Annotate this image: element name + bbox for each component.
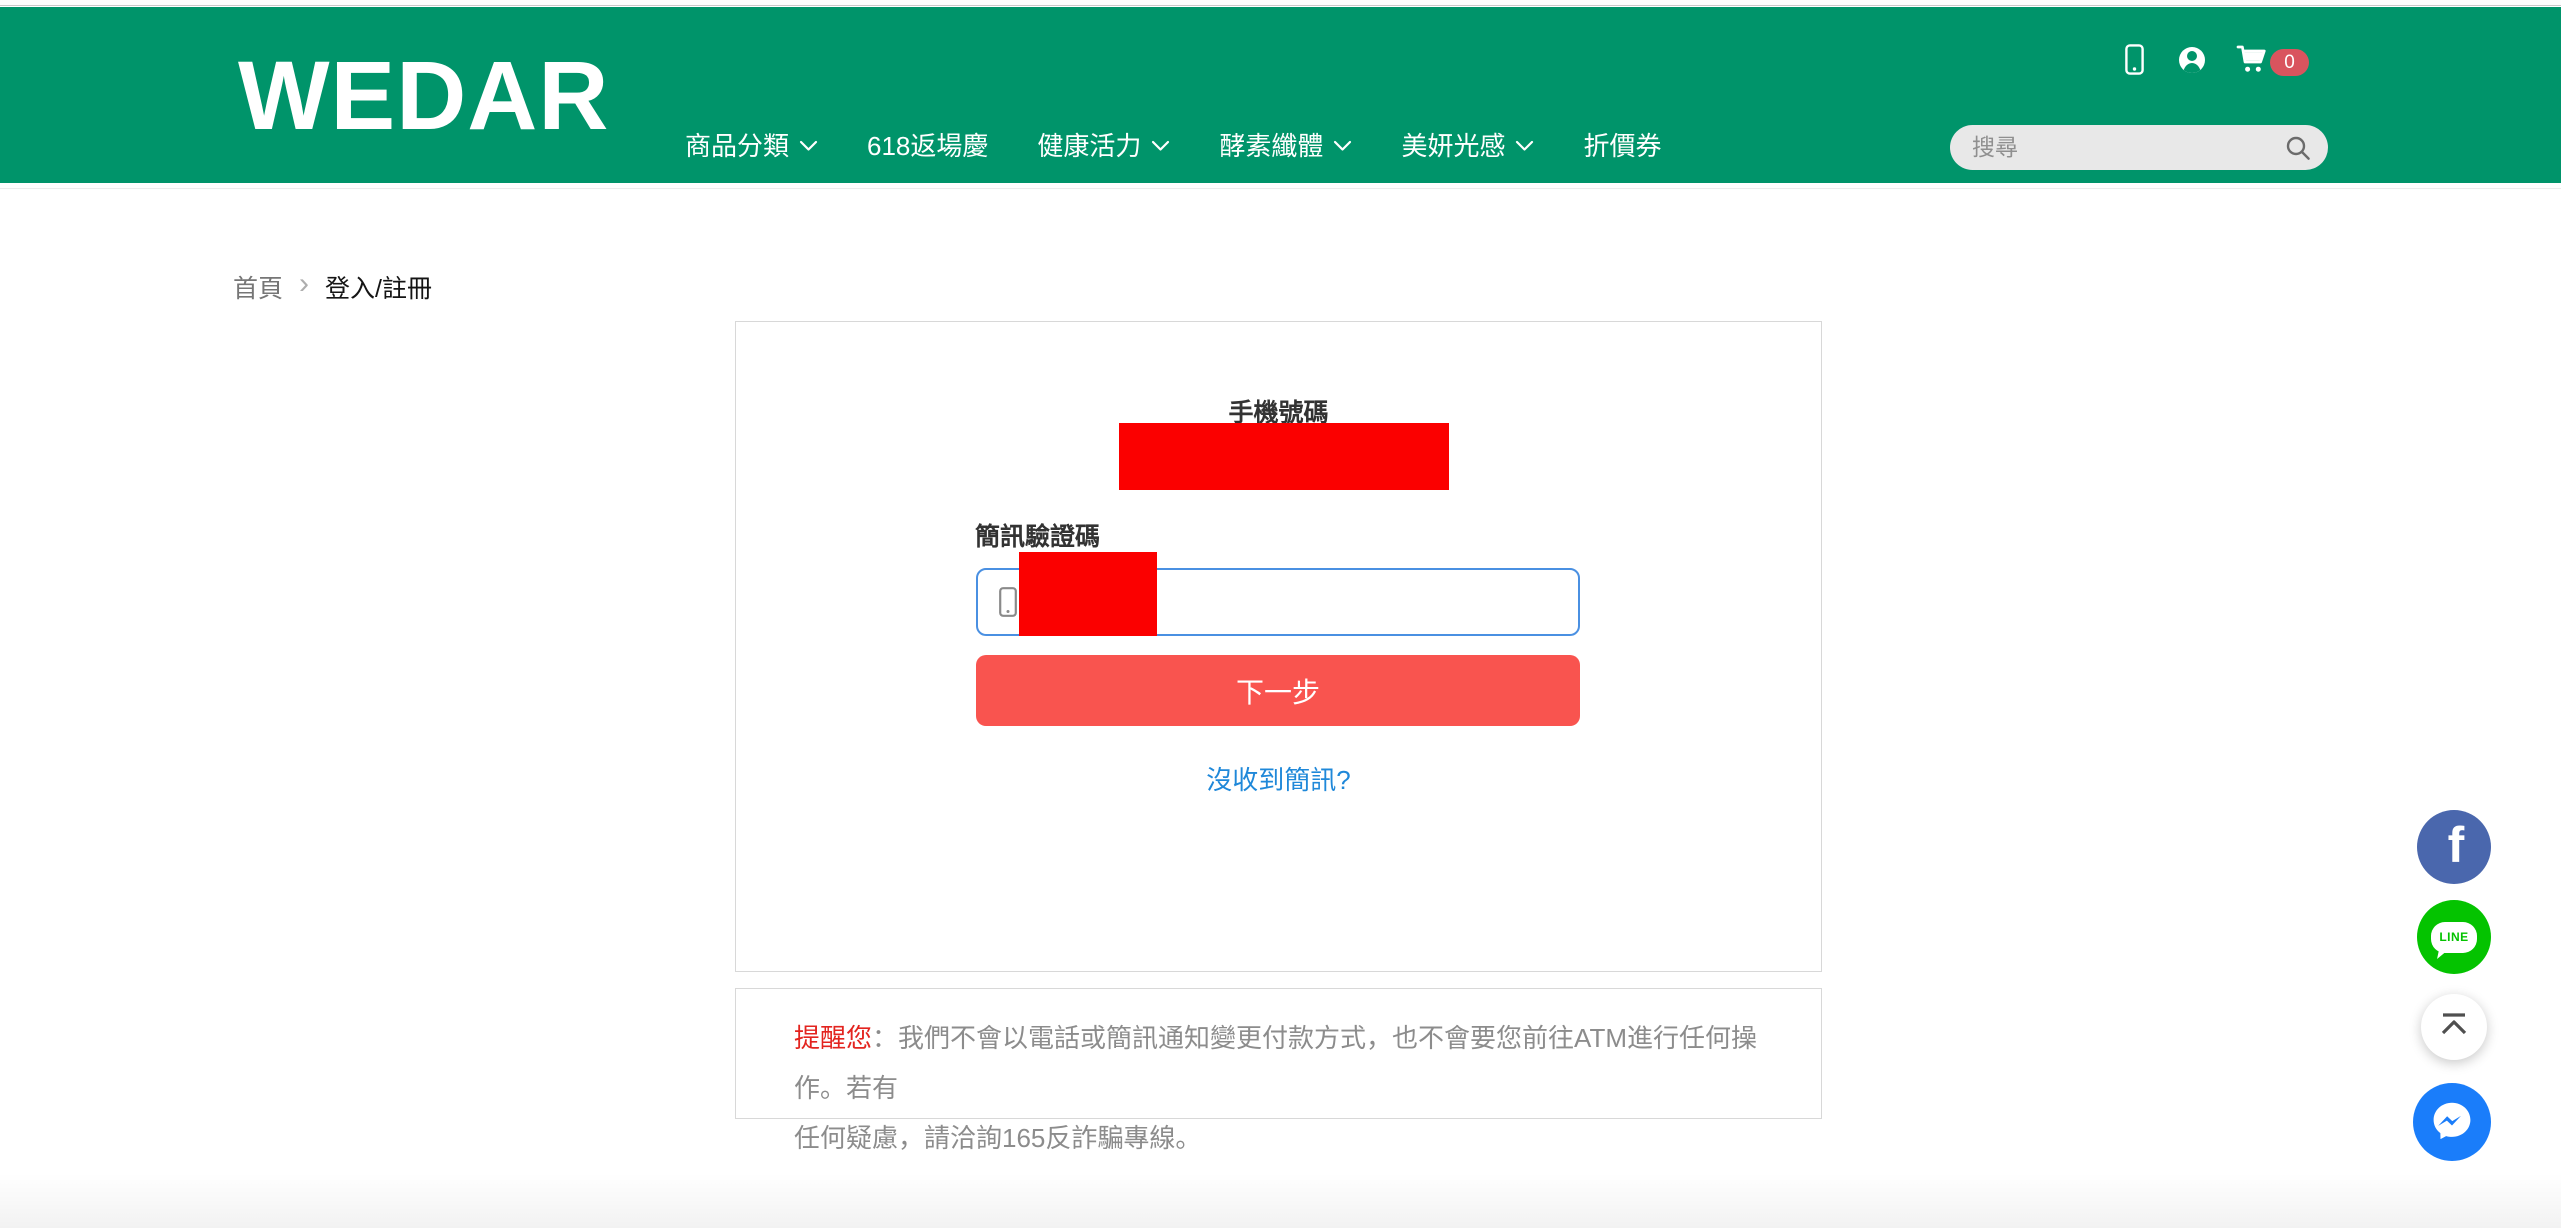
scroll-to-top-button[interactable] [2421,994,2487,1060]
nav-item-enzyme[interactable]: 酵素纖體 [1219,126,1352,163]
facebook-icon: f [2448,816,2465,874]
scroll-to-top-icon [2438,1011,2470,1044]
nav-item-categories[interactable]: 商品分類 [685,126,818,163]
sms-code-label: 簡訊驗證碼 [975,517,1100,553]
search-input[interactable] [1972,134,2284,161]
notice-prefix: 提醒您 [794,1023,872,1053]
nav-item-beauty[interactable]: 美妍光感 [1401,126,1534,163]
header-underline [0,188,2561,189]
mobile-icon[interactable] [2125,44,2144,80]
notice-line: 提醒您：我們不會以電話或簡訊通知變更付款方式，也不會要您前往ATM進行任何操作。… [794,1013,1781,1113]
search-icon[interactable] [2284,134,2312,162]
footer-fade [0,1173,2561,1228]
fraud-notice-box: 提醒您：我們不會以電話或簡訊通知變更付款方式，也不會要您前往ATM進行任何操作。… [735,988,1822,1119]
breadcrumb: 首頁 › 登入/註冊 [233,269,432,305]
cart-count-badge: 0 [2270,49,2309,76]
nav-item-coupon[interactable]: 折價券 [1583,126,1661,163]
account-icon[interactable] [2179,47,2205,73]
top-strip [0,0,2561,6]
search-box [1950,125,2328,170]
chevron-down-icon [1333,140,1352,152]
header-bar: WEDAR 商品分類 618返場慶 健康活力 酵素纖體 [0,7,2561,183]
smartphone-icon [999,587,1017,617]
page: WEDAR 商品分類 618返場慶 健康活力 酵素纖體 [0,0,2561,1228]
chevron-down-icon [1151,140,1170,152]
redaction-sms-code [1019,552,1157,636]
redaction-phone-number [1119,423,1449,490]
next-step-button[interactable]: 下一步 [976,655,1580,726]
chevron-down-icon [799,140,818,152]
messenger-icon [2429,1097,2475,1148]
messenger-button[interactable] [2413,1083,2491,1161]
login-card: 手機號碼 簡訊驗證碼 下一步 沒收到簡訊? [735,321,1822,972]
line-button[interactable]: LINE [2417,900,2491,974]
site-logo[interactable]: WEDAR [238,47,609,144]
nav-item-618-sale[interactable]: 618返場慶 [867,126,988,163]
notice-line: 任何疑慮，請洽詢165反詐騙專線。 [794,1113,1781,1163]
line-icon: LINE [2431,922,2477,953]
breadcrumb-current: 登入/註冊 [325,269,432,305]
chevron-down-icon [1515,140,1534,152]
cart-icon[interactable] [2236,43,2268,80]
nav-item-health[interactable]: 健康活力 [1037,126,1170,163]
resend-sms-link[interactable]: 沒收到簡訊? [736,760,1821,797]
breadcrumb-home-link[interactable]: 首頁 [233,269,283,305]
facebook-button[interactable]: f [2417,810,2491,884]
main-nav: 商品分類 618返場慶 健康活力 酵素纖體 美妍光 [685,126,1661,163]
breadcrumb-separator-icon: › [299,269,309,299]
